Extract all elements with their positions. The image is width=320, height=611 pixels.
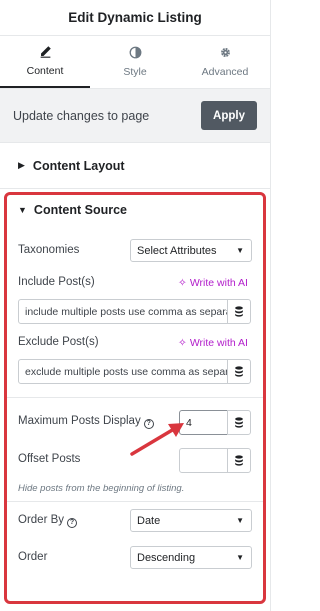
pencil-icon [40, 46, 51, 58]
apply-button[interactable]: Apply [201, 101, 257, 130]
section-content-layout-title: Content Layout [32, 158, 125, 173]
tab-style[interactable]: Style [90, 36, 180, 88]
include-write-ai-link[interactable]: ✧ Write with AI [178, 277, 248, 289]
include-posts-placeholder: include multiple posts use comma as sepa… [25, 305, 228, 318]
order-by-label: Order By? [18, 514, 78, 528]
chevron-down-icon: ▼ [236, 516, 244, 525]
database-icon [235, 417, 243, 428]
taxonomies-label: Taxonomies [18, 244, 80, 256]
tab-advanced[interactable]: Advanced [180, 36, 270, 88]
tab-style-label: Style [123, 66, 147, 78]
tab-advanced-label: Advanced [201, 66, 249, 78]
max-posts-dynamic-tags-button[interactable] [227, 410, 251, 435]
red-arrow-annotation [130, 423, 184, 456]
exclude-posts-label: Exclude Post(s) [18, 336, 99, 348]
order-select[interactable]: Descending ▼ [130, 546, 252, 569]
section-content-source-title: Content Source [33, 203, 127, 217]
exclude-write-ai-link[interactable]: ✧ Write with AI [178, 337, 248, 349]
include-posts-input[interactable]: include multiple posts use comma as sepa… [18, 299, 228, 324]
order-by-select[interactable]: Date ▼ [130, 509, 252, 532]
section-content-layout[interactable]: ▶ Content Layout [0, 143, 270, 189]
panel-title: Edit Dynamic Listing [68, 10, 202, 25]
exclude-dynamic-tags-button[interactable] [227, 359, 251, 384]
database-icon [235, 455, 243, 466]
max-posts-input[interactable]: 4 [179, 410, 228, 435]
offset-dynamic-tags-button[interactable] [227, 448, 251, 473]
sparkle-icon: ✧ [178, 337, 187, 349]
offset-posts-label: Offset Posts [18, 453, 81, 465]
include-dynamic-tags-button[interactable] [227, 299, 251, 324]
caret-down-icon: ▼ [18, 205, 27, 215]
max-posts-value: 4 [186, 416, 192, 429]
sparkle-icon: ✧ [178, 277, 187, 289]
tab-content-label: Content [26, 65, 64, 77]
caret-right-icon: ▶ [18, 160, 25, 170]
panel-tabs: Content Style Advanced [0, 36, 270, 89]
include-write-ai-label: Write with AI [189, 277, 248, 289]
order-value: Descending [137, 551, 196, 564]
update-changes-text: Update changes to page [13, 108, 150, 123]
tab-content[interactable]: Content [0, 36, 90, 88]
order-label: Order [18, 551, 48, 563]
offset-posts-hint: Hide posts from the beginning of listing… [18, 483, 185, 494]
max-posts-label-text: Maximum Posts Display [18, 415, 141, 427]
divider [7, 397, 263, 398]
database-icon [235, 306, 243, 317]
order-by-label-text: Order By [18, 514, 65, 526]
chevron-down-icon: ▼ [236, 553, 244, 562]
update-changes-row: Update changes to page Apply [0, 89, 270, 143]
contrast-icon [129, 46, 141, 59]
divider [7, 501, 263, 502]
taxonomies-value: Select Attributes [137, 244, 217, 257]
exclude-write-ai-label: Write with AI [189, 337, 248, 349]
section-content-source[interactable]: ▼ Content Source [18, 203, 127, 217]
chevron-down-icon: ▼ [236, 246, 244, 255]
order-by-value: Date [137, 514, 161, 527]
taxonomies-select[interactable]: Select Attributes ▼ [130, 239, 252, 262]
include-posts-label: Include Post(s) [18, 276, 95, 288]
panel-edge [270, 0, 276, 611]
panel-header: Edit Dynamic Listing [0, 0, 270, 36]
database-icon [235, 366, 243, 377]
offset-posts-input[interactable] [179, 448, 228, 473]
exclude-posts-input[interactable]: exclude multiple posts use comma as sepa… [18, 359, 228, 384]
help-icon[interactable]: ? [67, 517, 78, 528]
exclude-posts-placeholder: exclude multiple posts use comma as sepa… [25, 365, 228, 378]
gear-icon [220, 48, 230, 57]
